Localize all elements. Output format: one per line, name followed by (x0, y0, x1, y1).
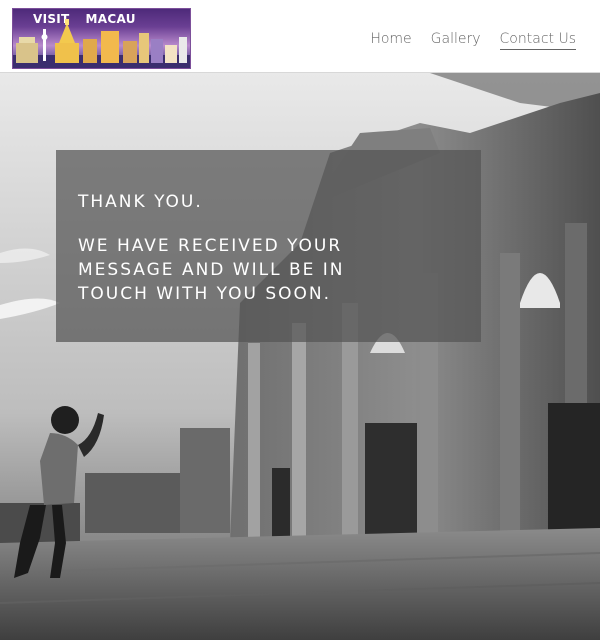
message-line-3: TOUCH WITH YOU SOON. (78, 284, 332, 304)
message-line-1: WE HAVE RECEIVED YOUR (78, 236, 343, 256)
nav-home-link[interactable]: Home (370, 31, 411, 47)
thank-you-heading: THANK YOU. (78, 192, 203, 212)
message-line-2: MESSAGE AND WILL BE IN (78, 260, 345, 280)
nav-contact-link[interactable]: Contact Us (499, 31, 576, 50)
thank-you-overlay: THANK YOU. WE HAVE RECEIVED YOUR MESSAGE… (56, 150, 481, 342)
site-header: VISIT MACAU Home Gallery Contact Us (0, 0, 600, 73)
nav-gallery-link[interactable]: Gallery (431, 31, 481, 47)
macau-skyline-illustration (13, 19, 190, 68)
hero-background-photo: THANK YOU. WE HAVE RECEIVED YOUR MESSAGE… (0, 73, 600, 640)
main-nav: Home Gallery Contact Us (370, 31, 576, 50)
visit-macau-logo[interactable]: VISIT MACAU (12, 8, 191, 69)
